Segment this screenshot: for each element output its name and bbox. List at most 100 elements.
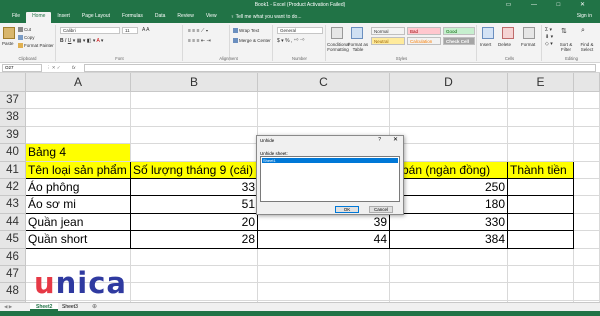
- table-cell[interactable]: 39: [258, 213, 390, 232]
- format-cells-icon[interactable]: [523, 27, 535, 39]
- table-cell[interactable]: Áo sơ mi: [26, 196, 131, 214]
- table-cell[interactable]: Tên loại sản phẩm: [26, 161, 131, 179]
- select-all-corner[interactable]: [0, 73, 26, 92]
- table-cell[interactable]: 180: [390, 196, 508, 214]
- table-cell[interactable]: [574, 231, 600, 249]
- table-cell[interactable]: [508, 283, 574, 301]
- table-cell[interactable]: [390, 92, 508, 110]
- table-cell[interactable]: [258, 248, 390, 266]
- fill-icon[interactable]: ⬇ ▾: [545, 34, 553, 40]
- paste-button[interactable]: Paste: [2, 41, 14, 46]
- table-cell[interactable]: [508, 126, 574, 145]
- cancel-button[interactable]: Cancel: [369, 206, 393, 213]
- column-header[interactable]: E: [508, 73, 574, 92]
- font-size-select[interactable]: 11: [122, 27, 138, 34]
- delete-cells-icon[interactable]: [502, 27, 514, 39]
- table-cell[interactable]: [508, 196, 574, 214]
- add-sheet-icon[interactable]: ⊕: [92, 303, 97, 310]
- close-icon[interactable]: ✕: [393, 136, 398, 143]
- table-cell[interactable]: [508, 109, 574, 127]
- style-good[interactable]: Good: [443, 27, 475, 35]
- format-as-table-button[interactable]: Format as Table: [347, 42, 369, 52]
- table-cell[interactable]: [390, 126, 508, 145]
- table-cell[interactable]: [131, 126, 258, 145]
- table-cell[interactable]: [574, 283, 600, 301]
- table-cell[interactable]: [131, 266, 258, 284]
- align-top-icon[interactable]: ≡ ≡ ≡ ⟋ ▾: [188, 28, 208, 34]
- table-cell[interactable]: [574, 109, 600, 127]
- column-header[interactable]: C: [258, 73, 390, 92]
- find-select-button[interactable]: Find & Select: [577, 42, 597, 52]
- table-cell[interactable]: Số lượng tháng 9 (cái): [131, 161, 258, 179]
- align-left-icon[interactable]: ≡ ≡ ≡ ⇤ ⇥: [188, 38, 211, 44]
- merge-center-button[interactable]: Merge & Center: [233, 38, 271, 44]
- column-header[interactable]: D: [390, 73, 508, 92]
- sheet-nav-arrows-icon[interactable]: ◀ ▶: [4, 304, 12, 310]
- sign-in-link[interactable]: Sign in: [577, 13, 592, 19]
- font-grow-icon[interactable]: A A: [142, 27, 150, 33]
- font-name-select[interactable]: Calibri: [60, 27, 120, 34]
- table-cell[interactable]: [508, 92, 574, 110]
- table-cell[interactable]: [508, 179, 574, 197]
- table-cell[interactable]: [258, 109, 390, 127]
- copy-button[interactable]: Copy: [18, 35, 35, 41]
- bold-italic-underline-icon[interactable]: B I U ▾ ▦ ▾ ◧ ▾ A ▾: [60, 38, 103, 44]
- conditional-formatting-icon[interactable]: [331, 27, 343, 39]
- table-cell[interactable]: [131, 109, 258, 127]
- row-header[interactable]: 38: [0, 109, 26, 127]
- table-cell[interactable]: [574, 196, 600, 214]
- table-cell[interactable]: 20: [131, 213, 258, 232]
- cancel-enter-icons[interactable]: ⋮ ✕ ✓: [46, 65, 61, 71]
- formula-input[interactable]: [84, 64, 596, 72]
- sheet-listbox[interactable]: Sheet1: [260, 156, 400, 202]
- table-cell[interactable]: 28: [131, 231, 258, 249]
- sort-filter-icon[interactable]: ⇅: [561, 27, 567, 35]
- row-header[interactable]: 41: [0, 161, 26, 179]
- table-cell[interactable]: [26, 126, 131, 145]
- table-cell[interactable]: [390, 109, 508, 127]
- table-cell[interactable]: [26, 248, 131, 266]
- format-table-icon[interactable]: [351, 27, 363, 39]
- table-cell[interactable]: [390, 266, 508, 284]
- insert-cells-icon[interactable]: [482, 27, 494, 39]
- table-cell[interactable]: [131, 144, 258, 162]
- table-cell[interactable]: [131, 248, 258, 266]
- column-header-extra[interactable]: [574, 73, 600, 92]
- row-header[interactable]: 44: [0, 213, 26, 232]
- clear-icon[interactable]: ◇ ▾: [545, 41, 553, 47]
- table-cell[interactable]: [574, 126, 600, 145]
- cut-button[interactable]: Cut: [18, 27, 31, 33]
- style-calculation[interactable]: Calculation: [407, 37, 441, 45]
- table-cell[interactable]: 33: [131, 179, 258, 197]
- insert-button[interactable]: Insert: [480, 42, 491, 47]
- tell-me-search[interactable]: ♀ Tell me what you want to do...: [231, 14, 302, 23]
- number-format-select[interactable]: General: [277, 27, 323, 34]
- style-check-cell[interactable]: Check Cell: [443, 37, 475, 45]
- style-bad[interactable]: Bad: [407, 27, 441, 35]
- help-icon[interactable]: ?: [378, 137, 381, 143]
- row-header[interactable]: 43: [0, 196, 26, 214]
- table-cell[interactable]: á bán (ngàn đồng): [390, 161, 508, 179]
- style-normal[interactable]: Normal: [371, 27, 405, 35]
- table-cell[interactable]: [508, 213, 574, 232]
- column-header[interactable]: B: [131, 73, 258, 92]
- delete-button[interactable]: Delete: [498, 42, 511, 47]
- table-cell[interactable]: [390, 144, 508, 162]
- sort-filter-button[interactable]: Sort & Filter: [557, 42, 575, 52]
- table-cell[interactable]: [258, 283, 390, 301]
- currency-percent-icon[interactable]: $ ▾ % , ⁺⁰ ⁻⁰: [277, 38, 304, 44]
- table-cell[interactable]: [574, 248, 600, 266]
- tab-view[interactable]: View: [200, 12, 223, 23]
- fx-icon[interactable]: fx: [72, 65, 76, 70]
- table-cell[interactable]: [131, 92, 258, 110]
- table-cell[interactable]: 384: [390, 231, 508, 249]
- tab-insert[interactable]: Insert: [51, 12, 76, 23]
- row-header[interactable]: 48: [0, 283, 26, 301]
- table-cell[interactable]: [26, 109, 131, 127]
- table-cell[interactable]: [390, 248, 508, 266]
- table-cell[interactable]: [258, 266, 390, 284]
- tab-file[interactable]: File: [6, 12, 26, 23]
- table-cell[interactable]: [508, 248, 574, 266]
- table-cell[interactable]: [574, 266, 600, 284]
- table-cell[interactable]: [26, 92, 131, 110]
